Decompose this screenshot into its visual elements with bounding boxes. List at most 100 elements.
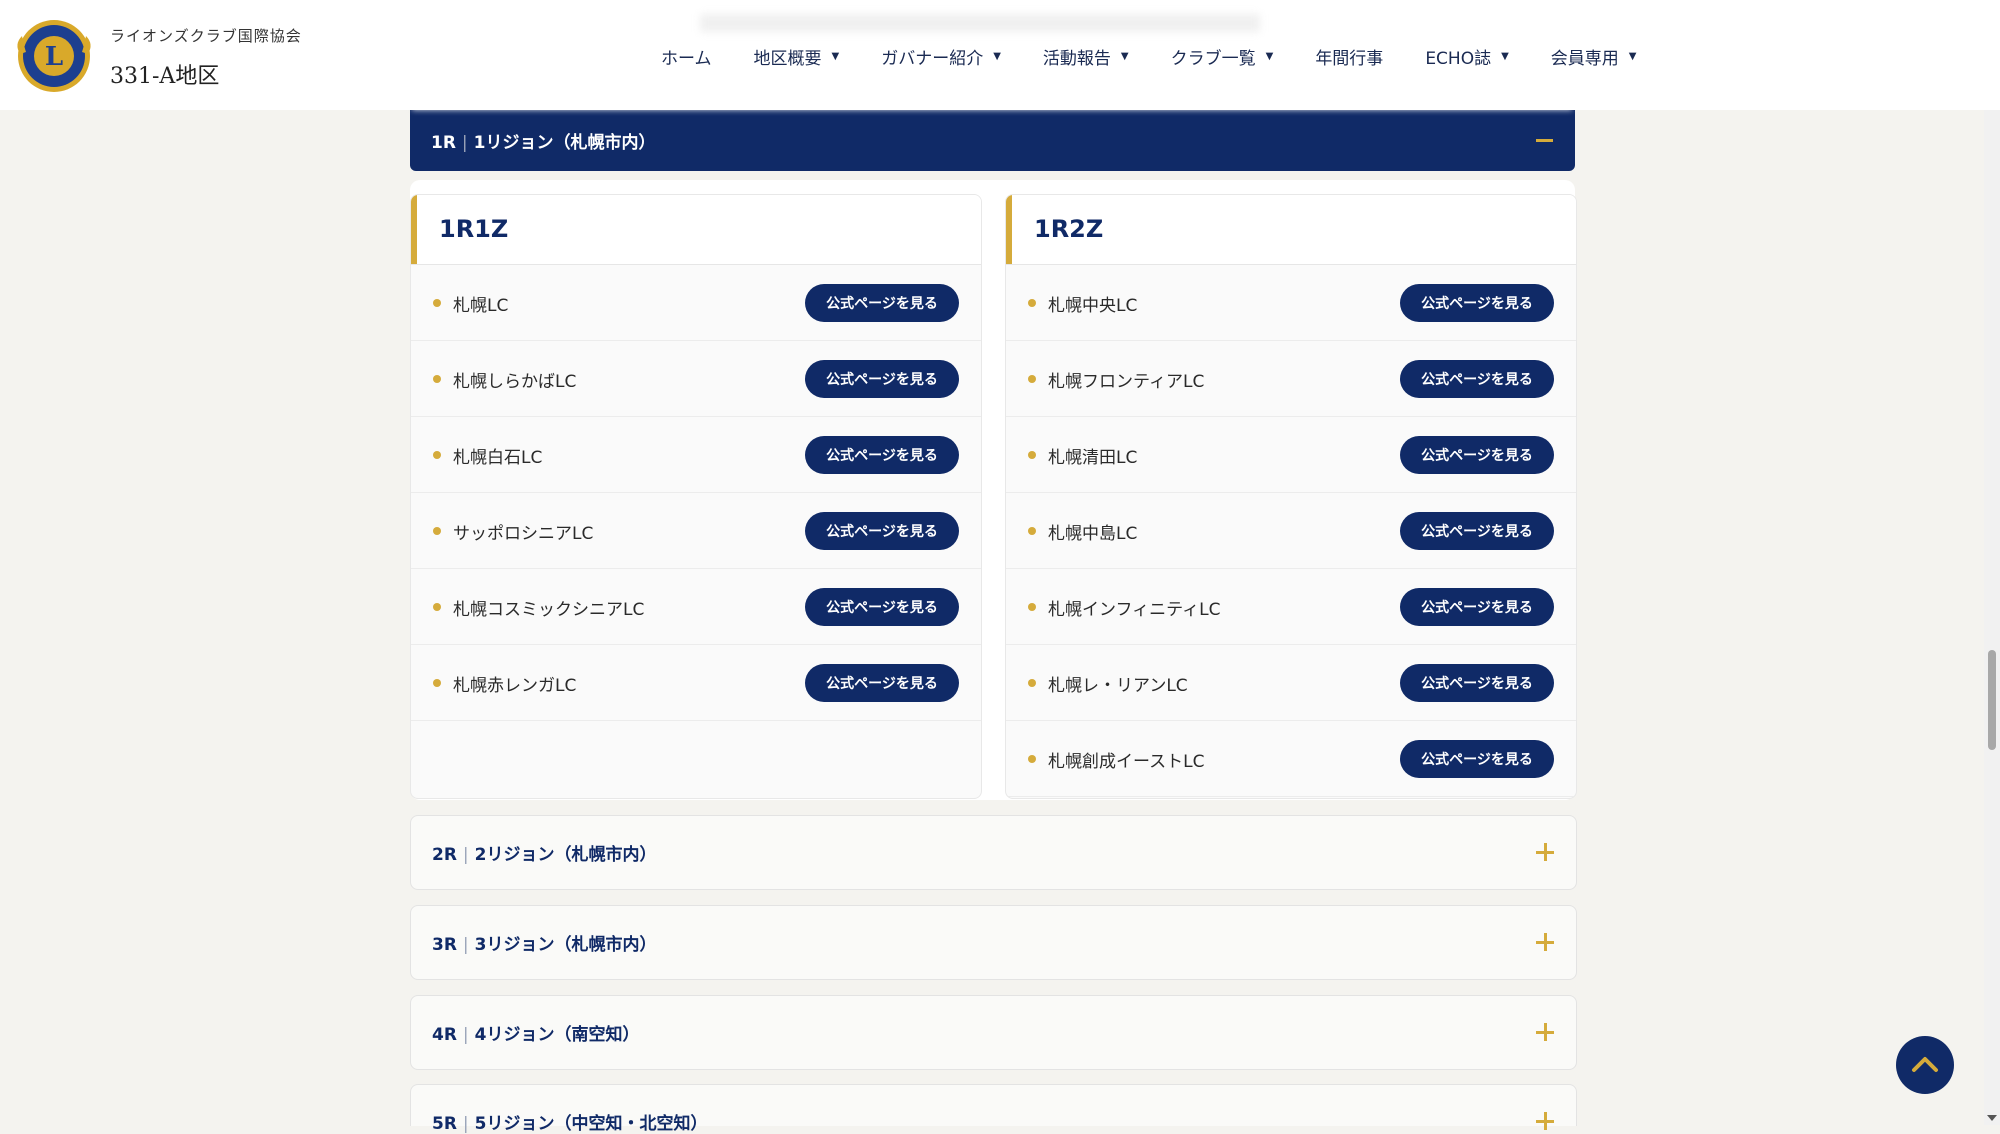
region-code: 1R bbox=[431, 133, 456, 153]
scrollbar-thumb[interactable] bbox=[1988, 650, 1996, 750]
region-title: 1R | 1リジョン（札幌市内） bbox=[431, 128, 656, 153]
bullet-dot-icon bbox=[1028, 527, 1036, 535]
region-name: 1リジョン（札幌市内） bbox=[473, 133, 656, 153]
org-subtitle: ライオンズクラブ国際協会 bbox=[110, 27, 302, 45]
club-row: 札幌創成イーストLC 公式ページを見る bbox=[1006, 721, 1576, 797]
nav-governor[interactable]: ガバナー紹介 ▼ bbox=[860, 40, 1022, 72]
nav-label: 活動報告 bbox=[1042, 48, 1111, 69]
club-row: 札幌しらかばLC 公式ページを見る bbox=[411, 341, 981, 417]
official-page-button[interactable]: 公式ページを見る bbox=[1400, 740, 1554, 778]
nav-district-overview[interactable]: 地区概要 ▼ bbox=[733, 40, 861, 72]
zone-card-1r2z: 1R2Z 札幌中央LC 公式ページを見る 札幌フロンティアLC 公式ページを見る 札… bbox=[1005, 194, 1577, 799]
club-row: 札幌フロンティアLC 公式ページを見る bbox=[1006, 341, 1576, 417]
zone-title: 1R2Z bbox=[1034, 215, 1104, 243]
region-code: 4R bbox=[432, 1025, 457, 1045]
region-title: 3R | 3リジョン（札幌市内） bbox=[432, 930, 657, 955]
scroll-down-arrow-icon[interactable] bbox=[1987, 1115, 1997, 1121]
club-name: 札幌清田LC bbox=[1048, 448, 1138, 468]
official-page-button[interactable]: 公式ページを見る bbox=[1400, 436, 1554, 474]
caret-down-icon: ▼ bbox=[1120, 50, 1129, 62]
chevron-up-icon bbox=[1912, 1057, 1938, 1072]
official-page-button[interactable]: 公式ページを見る bbox=[1400, 284, 1554, 322]
club-row: サッポロシニアLC 公式ページを見る bbox=[411, 493, 981, 569]
official-page-button[interactable]: 公式ページを見る bbox=[1400, 360, 1554, 398]
nav-label: ECHO誌 bbox=[1425, 48, 1492, 69]
bullet-dot-icon bbox=[1028, 299, 1036, 307]
bullet-dot-icon bbox=[1028, 679, 1036, 687]
official-page-button[interactable]: 公式ページを見る bbox=[1400, 588, 1554, 626]
club-row: 札幌レ・リアンLC 公式ページを見る bbox=[1006, 645, 1576, 721]
club-name: 札幌コスミックシニアLC bbox=[453, 600, 645, 620]
official-page-button[interactable]: 公式ページを見る bbox=[805, 588, 959, 626]
official-page-button[interactable]: 公式ページを見る bbox=[805, 360, 959, 398]
club-name: サッポロシニアLC bbox=[453, 524, 594, 544]
bullet-dot-icon bbox=[433, 603, 441, 611]
org-title[interactable]: 331-A地区 bbox=[110, 58, 219, 90]
nav-club-list[interactable]: クラブ一覧 ▼ bbox=[1150, 40, 1295, 72]
club-name: 札幌LC bbox=[453, 296, 509, 316]
divider: | bbox=[462, 1025, 469, 1045]
region-name: 4リジョン（南空知） bbox=[474, 1025, 640, 1045]
zone-card-1r1z: 1R1Z 札幌LC 公式ページを見る 札幌しらかばLC 公式ページを見る 札幌白石L… bbox=[410, 194, 982, 799]
club-name: 札幌インフィニティLC bbox=[1048, 600, 1221, 620]
expand-plus-icon bbox=[1536, 843, 1554, 861]
zone-title: 1R1Z bbox=[439, 215, 509, 243]
main-nav: ホーム 地区概要 ▼ ガバナー紹介 ▼ 活動報告 ▼ クラブ一覧 ▼ 年間行事 ECHO… bbox=[640, 40, 1658, 72]
nav-members-only[interactable]: 会員専用 ▼ bbox=[1530, 40, 1658, 72]
nav-echo[interactable]: ECHO誌 ▼ bbox=[1404, 40, 1529, 72]
club-name: 札幌レ・リアンLC bbox=[1048, 676, 1188, 696]
region-code: 2R bbox=[432, 845, 457, 865]
region-accordion-2r[interactable]: 2R | 2リジョン（札幌市内） bbox=[410, 815, 1577, 890]
club-name: 札幌赤レンガLC bbox=[453, 676, 577, 696]
back-to-top-button[interactable] bbox=[1896, 1036, 1954, 1094]
lions-logo-icon[interactable]: L bbox=[12, 14, 96, 98]
svg-text:L: L bbox=[45, 42, 63, 72]
official-page-button[interactable]: 公式ページを見る bbox=[1400, 664, 1554, 702]
club-name: 札幌中島LC bbox=[1048, 524, 1138, 544]
expand-plus-icon bbox=[1536, 933, 1554, 951]
nav-label: 年間行事 bbox=[1315, 48, 1384, 69]
bullet-dot-icon bbox=[433, 451, 441, 459]
divider: | bbox=[462, 845, 469, 865]
nav-label: 会員専用 bbox=[1550, 48, 1619, 69]
bullet-dot-icon bbox=[433, 375, 441, 383]
club-row: 札幌中島LC 公式ページを見る bbox=[1006, 493, 1576, 569]
nav-annual-events[interactable]: 年間行事 bbox=[1294, 40, 1404, 72]
club-name: 札幌しらかばLC bbox=[453, 372, 577, 392]
official-page-button[interactable]: 公式ページを見る bbox=[805, 512, 959, 550]
official-page-button[interactable]: 公式ページを見る bbox=[805, 436, 959, 474]
nav-label: クラブ一覧 bbox=[1170, 48, 1256, 69]
nav-home[interactable]: ホーム bbox=[640, 40, 733, 72]
club-row: 札幌LC 公式ページを見る bbox=[411, 265, 981, 341]
faded-overlay-text bbox=[700, 14, 1260, 32]
divider: | bbox=[462, 935, 469, 955]
nav-label: ガバナー紹介 bbox=[881, 48, 984, 69]
nav-activity-report[interactable]: 活動報告 ▼ bbox=[1022, 40, 1150, 72]
club-name: 札幌白石LC bbox=[453, 448, 543, 468]
bullet-dot-icon bbox=[1028, 603, 1036, 611]
bullet-dot-icon bbox=[1028, 375, 1036, 383]
caret-down-icon: ▼ bbox=[1501, 50, 1509, 62]
page-scrollbar[interactable] bbox=[1984, 0, 2000, 1125]
region-code: 5R bbox=[432, 1114, 457, 1134]
divider: | bbox=[461, 133, 468, 153]
bullet-dot-icon bbox=[433, 527, 441, 535]
official-page-button[interactable]: 公式ページを見る bbox=[805, 664, 959, 702]
nav-label: ホーム bbox=[661, 48, 712, 69]
official-page-button[interactable]: 公式ページを見る bbox=[805, 284, 959, 322]
official-page-button[interactable]: 公式ページを見る bbox=[1400, 512, 1554, 550]
nav-label: 地区概要 bbox=[753, 48, 822, 69]
club-row: 札幌赤レンガLC 公式ページを見る bbox=[411, 645, 981, 721]
region-name: 5リジョン（中空知・北空知） bbox=[474, 1114, 708, 1134]
club-name: 札幌フロンティアLC bbox=[1048, 372, 1205, 392]
caret-down-icon: ▼ bbox=[1628, 50, 1637, 62]
expand-plus-icon bbox=[1536, 1023, 1554, 1041]
region-name: 2リジョン（札幌市内） bbox=[474, 845, 657, 865]
expand-plus-icon bbox=[1536, 1112, 1554, 1130]
collapse-minus-icon bbox=[1536, 139, 1553, 142]
region-accordion-3r[interactable]: 3R | 3リジョン（札幌市内） bbox=[410, 905, 1577, 980]
club-name: 札幌中央LC bbox=[1048, 296, 1138, 316]
region-accordion-1r-header[interactable]: 1R | 1リジョン（札幌市内） bbox=[410, 110, 1575, 171]
region-accordion-5r[interactable]: 5R | 5リジョン（中空知・北空知） bbox=[410, 1084, 1577, 1134]
region-accordion-4r[interactable]: 4R | 4リジョン（南空知） bbox=[410, 995, 1577, 1070]
